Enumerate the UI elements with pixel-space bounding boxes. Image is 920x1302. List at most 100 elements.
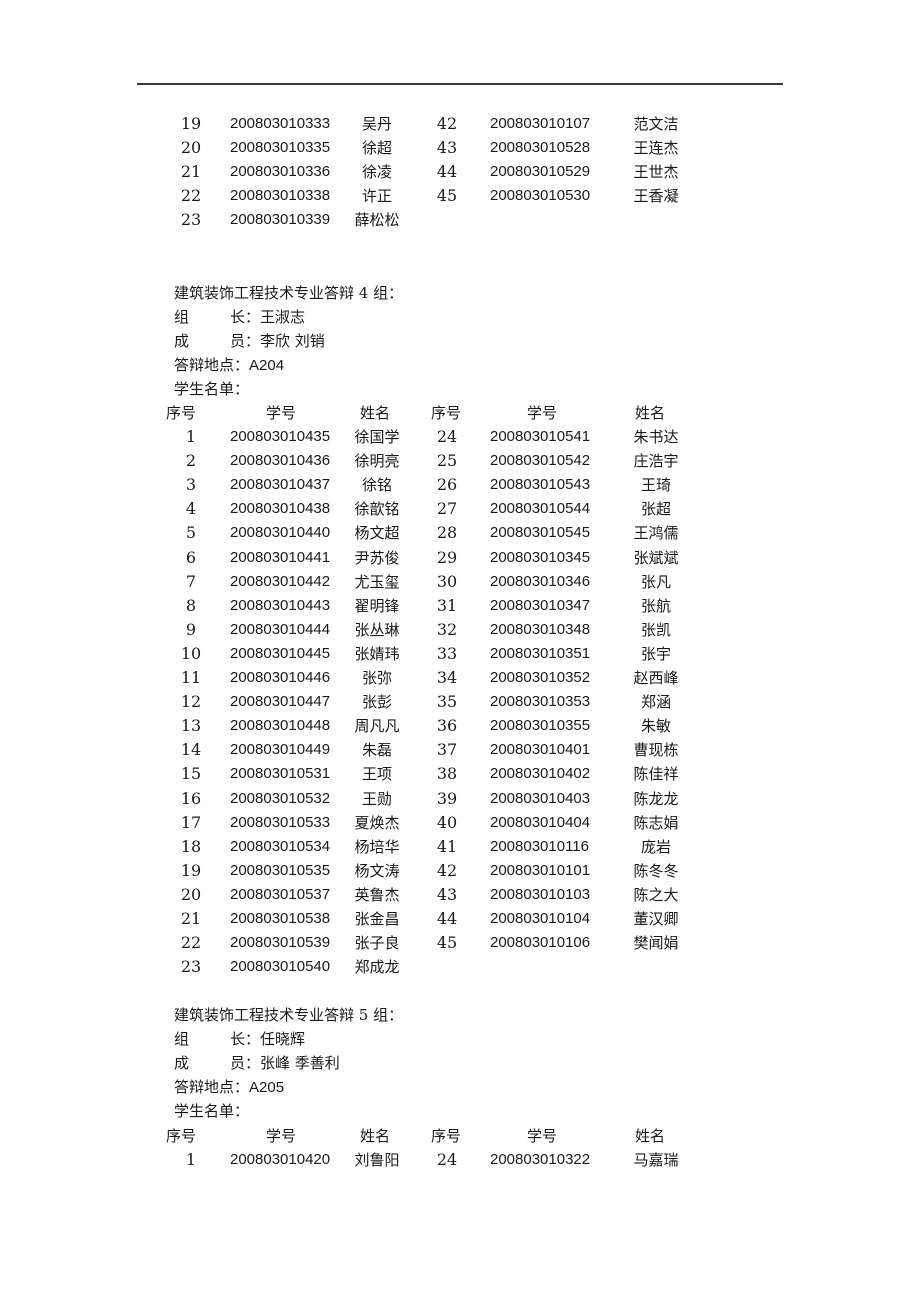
members-label-a: 成 [174, 1054, 190, 1073]
left-student-id: 200803010440 [230, 524, 331, 542]
left-student-name: 徐铭 [361, 476, 392, 495]
left-student-name: 徐凌 [361, 163, 392, 182]
left-seq: 16 [180, 788, 202, 808]
header-sid-left: 学号 [266, 1127, 297, 1145]
table-row: 15 200803010531 王项 38 200803010402 陈佳祥 [0, 762, 920, 786]
right-seq: 25 [436, 451, 458, 471]
left-seq: 21 [180, 909, 202, 928]
right-student-name: 范文洁 [633, 115, 679, 133]
right-student-id: 200803010541 [490, 428, 591, 445]
left-student-name: 张丛琳 [354, 620, 400, 639]
left-seq: 23 [180, 957, 202, 977]
right-student-name: 陈冬冬 [633, 861, 679, 880]
left-student-id: 200803010441 [230, 548, 331, 566]
left-student-id: 200803010446 [230, 669, 331, 686]
left-seq: 22 [180, 933, 202, 953]
right-seq: 29 [436, 547, 458, 567]
left-student-id: 200803010336 [230, 163, 331, 181]
header-sid-left: 学号 [266, 404, 297, 422]
header-seq-right: 序号 [431, 404, 462, 422]
header-sid-right: 学号 [527, 404, 558, 422]
right-seq: 35 [436, 692, 458, 712]
right-student-name: 王鸿儒 [633, 524, 679, 543]
group-location: 答辩地点：A205 [174, 1075, 284, 1100]
right-student-id: 200803010116 [490, 837, 589, 855]
right-seq: 24 [436, 1150, 458, 1169]
left-seq: 9 [185, 619, 197, 639]
right-seq: 30 [436, 571, 458, 591]
right-student-id: 200803010544 [490, 500, 591, 518]
left-seq: 22 [180, 186, 202, 206]
left-student-name: 杨文涛 [354, 861, 400, 880]
table-row: 4 200803010438 徐歆铭 27 200803010544 张超 [0, 497, 920, 521]
left-student-name: 王勋 [361, 789, 392, 808]
header-name-right: 姓名 [635, 1127, 666, 1145]
right-student-name: 陈之大 [633, 885, 679, 904]
group-leader: 组 长：任晓辉 [174, 1027, 305, 1051]
table-row: 5 200803010440 杨文超 28 200803010545 王鸿儒 [0, 521, 920, 545]
table-row: 23 200803010540 郑成龙 [0, 955, 920, 979]
left-student-name: 尤玉玺 [354, 572, 400, 591]
right-student-name: 郑涵 [640, 693, 671, 712]
members-names: 李欣 刘销 [260, 332, 325, 351]
right-student-name: 陈佳祥 [633, 765, 679, 784]
left-student-id: 200803010438 [230, 500, 331, 518]
left-student-id: 200803010535 [230, 861, 331, 879]
left-seq: 21 [180, 162, 202, 182]
right-student-name: 陈志娟 [633, 813, 679, 832]
leader-label-a: 组 [174, 308, 190, 327]
left-seq: 4 [185, 499, 197, 519]
table-row: 21 200803010336 徐凌 44 200803010529 王世杰 [0, 160, 920, 184]
left-student-name: 徐超 [361, 139, 392, 158]
left-seq: 8 [185, 595, 197, 615]
left-seq: 18 [180, 836, 202, 856]
right-student-name: 王世杰 [633, 163, 679, 182]
table-row: 17 200803010533 夏焕杰 40 200803010404 陈志娟 [0, 811, 920, 835]
right-student-id: 200803010404 [490, 813, 591, 831]
left-seq: 10 [180, 643, 202, 663]
left-student-name: 徐明亮 [354, 452, 400, 471]
right-student-id: 200803010348 [490, 620, 591, 638]
leader-label-b: 长： [230, 1030, 261, 1049]
left-student-id: 200803010444 [230, 620, 331, 638]
right-student-id: 200803010101 [490, 861, 591, 879]
right-seq: 32 [436, 619, 458, 639]
left-seq: 15 [180, 764, 202, 784]
left-seq: 17 [180, 812, 202, 832]
left-seq: 7 [185, 571, 197, 591]
right-student-name: 朱敏 [640, 717, 671, 736]
left-student-id: 200803010448 [230, 717, 331, 735]
left-student-name: 张金昌 [354, 910, 400, 928]
location-value: A204 [249, 357, 285, 375]
right-student-name: 张宇 [640, 644, 671, 663]
table-row: 22 200803010539 张子良 45 200803010106 樊闻娟 [0, 931, 920, 955]
right-student-id: 200803010346 [490, 572, 591, 590]
left-student-id: 200803010533 [230, 813, 331, 831]
table-row: 20 200803010335 徐超 43 200803010528 王连杰 [0, 136, 920, 160]
right-student-name: 陈龙龙 [633, 789, 679, 808]
left-seq: 19 [180, 114, 202, 133]
left-student-name: 郑成龙 [354, 958, 400, 977]
left-student-id: 200803010436 [230, 452, 331, 470]
left-student-name: 英鲁杰 [354, 885, 400, 904]
left-student-name: 尹苏俊 [354, 548, 400, 567]
left-student-id: 200803010445 [230, 644, 331, 662]
left-student-name: 朱磊 [361, 741, 392, 760]
members-label-b: 员： [230, 332, 261, 351]
roster-label: 学生名单： [174, 1099, 249, 1123]
left-student-id: 200803010420 [230, 1151, 331, 1168]
right-student-name: 王琦 [640, 476, 671, 495]
left-student-id: 200803010539 [230, 934, 331, 952]
right-student-id: 200803010104 [490, 910, 591, 927]
right-student-id: 200803010402 [490, 765, 591, 783]
left-student-id: 200803010333 [230, 115, 331, 132]
left-seq: 1 [185, 427, 197, 446]
right-student-name: 马嘉瑞 [633, 1151, 679, 1169]
left-seq: 23 [180, 210, 202, 230]
left-student-name: 张婧玮 [354, 644, 400, 663]
left-seq: 3 [185, 475, 197, 495]
right-student-id: 200803010530 [490, 187, 591, 205]
table-row: 13 200803010448 周凡凡 36 200803010355 朱敏 [0, 714, 920, 738]
right-student-id: 200803010107 [490, 115, 591, 132]
left-seq: 13 [180, 716, 202, 736]
